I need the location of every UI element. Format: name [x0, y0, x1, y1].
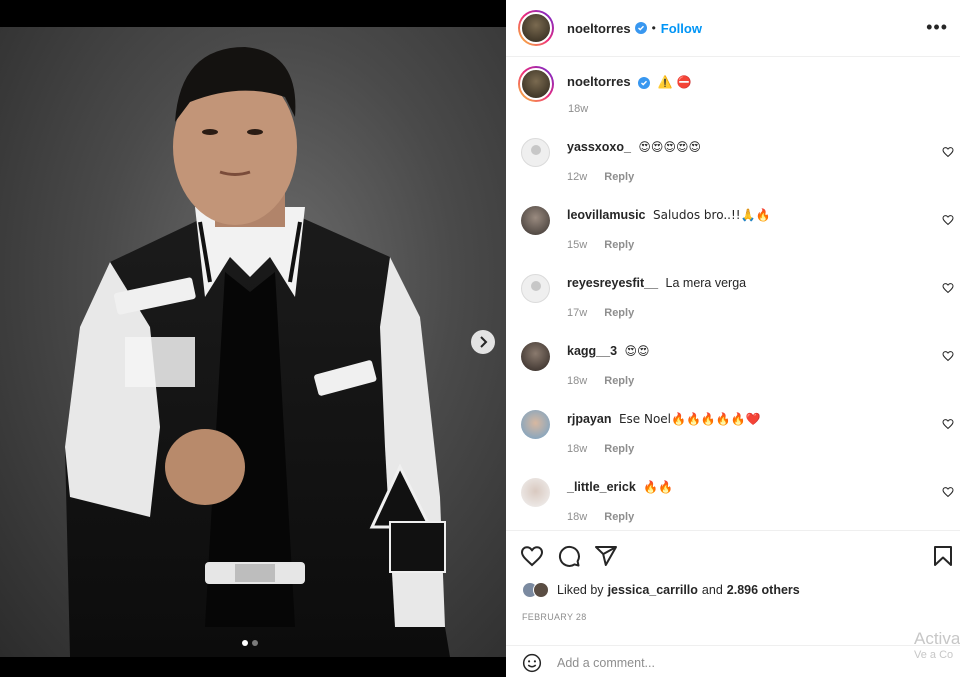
like-comment-heart-icon[interactable]	[942, 214, 954, 226]
save-bookmark-icon[interactable]	[931, 544, 955, 568]
caption-text: ⚠️ ⛔	[657, 75, 692, 89]
post-photo	[0, 27, 506, 657]
comment-time: 18w	[567, 443, 588, 455]
photo-top-bar	[0, 0, 506, 27]
watermark-line2: Ve a Co	[914, 649, 954, 661]
comment-text: Ese Noel🔥🔥🔥🔥🔥❤️	[618, 412, 761, 426]
author-username[interactable]: noeltorres	[567, 21, 631, 36]
comment-time: 18w	[567, 375, 588, 387]
comment-item: rjpayan Ese Noel🔥🔥🔥🔥🔥❤️ 18w Reply	[506, 400, 960, 468]
post-header: noeltorres • Follow •••	[506, 0, 960, 57]
comment-line: reyesreyesfit__ La mera verga	[567, 276, 746, 290]
instagram-post-modal: noeltorres • Follow ••• noeltorres ⚠️ ⛔ …	[0, 0, 960, 677]
verified-badge-icon	[634, 22, 647, 34]
author-avatar[interactable]	[518, 10, 554, 46]
comment-avatar[interactable]	[521, 274, 550, 303]
comment-item: yassxoxo_ 😍😍😍😍😍 12w Reply	[506, 128, 960, 196]
share-paper-plane-icon[interactable]	[594, 544, 618, 568]
more-options-icon[interactable]: •••	[926, 17, 948, 38]
comment-avatar[interactable]	[521, 410, 550, 439]
likes-summary: Liked by jessica_carrillo and 2.896 othe…	[522, 582, 800, 598]
comment-item: leovillamusic Saludos bro..!!🙏🔥 15w Repl…	[506, 196, 960, 264]
comment-text: Saludos bro..!!🙏🔥	[653, 208, 771, 222]
comment-time: 15w	[567, 239, 588, 251]
comment-time: 17w	[567, 307, 588, 319]
follow-button[interactable]: Follow	[661, 21, 702, 36]
comment-meta: 18w Reply	[567, 443, 634, 455]
post-photo-pane	[0, 0, 506, 677]
like-comment-heart-icon[interactable]	[942, 282, 954, 294]
watermark-line1: Activa	[914, 629, 960, 648]
comment-username[interactable]: leovillamusic	[567, 208, 646, 222]
caption-line: noeltorres ⚠️ ⛔	[567, 74, 692, 102]
like-comment-heart-icon[interactable]	[942, 146, 954, 158]
comment-text: La mera verga	[665, 276, 747, 290]
comment-meta: 18w Reply	[567, 511, 634, 523]
comment-time: 18w	[567, 511, 588, 523]
like-comment-heart-icon[interactable]	[942, 486, 954, 498]
header-separator: •	[651, 21, 656, 35]
activate-windows-watermark: Activa Ve a Co	[914, 630, 960, 664]
comment-item: _little_erick 🔥🔥 18w Reply	[506, 468, 960, 536]
comment-meta: 17w Reply	[567, 307, 634, 319]
comment-avatar[interactable]	[521, 478, 550, 507]
add-comment-bar	[506, 645, 960, 677]
like-heart-icon[interactable]	[520, 544, 544, 568]
verified-badge-icon	[638, 77, 651, 89]
comment-line: kagg__3 😍😍	[567, 344, 650, 358]
comment-text: 😍😍😍😍😍	[638, 140, 701, 154]
caption: noeltorres ⚠️ ⛔	[518, 66, 692, 102]
likes-user[interactable]: jessica_carrillo	[608, 583, 698, 597]
comment-username[interactable]: rjpayan	[567, 412, 611, 426]
comment-avatar[interactable]	[521, 138, 550, 167]
comment-time: 12w	[567, 171, 588, 183]
like-comment-heart-icon[interactable]	[942, 350, 954, 362]
reply-button[interactable]: Reply	[604, 307, 634, 319]
likes-prefix: Liked by	[557, 583, 604, 597]
caption-avatar[interactable]	[518, 66, 554, 102]
comment-text: 🔥🔥	[643, 480, 674, 494]
comment-username[interactable]: _little_erick	[567, 480, 636, 494]
caption-time: 18w	[568, 103, 589, 115]
comment-meta: 18w Reply	[567, 375, 634, 387]
comment-username[interactable]: kagg__3	[567, 344, 617, 358]
post-date: FEBRUARY 28	[522, 612, 587, 622]
comment-line: yassxoxo_ 😍😍😍😍😍	[567, 140, 701, 154]
comment-username[interactable]: yassxoxo_	[567, 140, 631, 154]
reply-button[interactable]: Reply	[604, 511, 634, 523]
next-photo-button[interactable]	[471, 330, 495, 354]
likes-others[interactable]: 2.896 others	[727, 583, 800, 597]
photo-bottom-bar	[0, 657, 506, 677]
reply-button[interactable]: Reply	[604, 171, 634, 183]
comment-username[interactable]: reyesreyesfit__	[567, 276, 658, 290]
reply-button[interactable]: Reply	[604, 443, 634, 455]
add-comment-input[interactable]	[557, 652, 857, 674]
caption-username[interactable]: noeltorres	[567, 74, 631, 89]
emoji-smiley-icon[interactable]	[522, 653, 542, 673]
liker-avatar	[533, 582, 549, 598]
like-comment-heart-icon[interactable]	[942, 418, 954, 430]
comment-item: kagg__3 😍😍 18w Reply	[506, 332, 960, 400]
comment-meta: 12w Reply	[567, 171, 634, 183]
chevron-right-icon	[480, 336, 488, 348]
likes-joiner: and	[701, 583, 723, 597]
carousel-dot-active	[242, 640, 248, 646]
comment-avatar[interactable]	[521, 342, 550, 371]
post-actions	[506, 530, 960, 580]
man-in-varsity-jacket-photo	[65, 47, 450, 657]
carousel-dots	[242, 640, 258, 646]
comment-line: _little_erick 🔥🔥	[567, 480, 673, 494]
carousel-dot	[252, 640, 258, 646]
comment-bubble-icon[interactable]	[557, 544, 581, 568]
comment-meta: 15w Reply	[567, 239, 634, 251]
comment-text: 😍😍	[624, 344, 650, 358]
reply-button[interactable]: Reply	[604, 375, 634, 387]
reply-button[interactable]: Reply	[604, 239, 634, 251]
comment-line: leovillamusic Saludos bro..!!🙏🔥	[567, 208, 771, 222]
comment-avatar[interactable]	[521, 206, 550, 235]
comment-item: reyesreyesfit__ La mera verga 17w Reply	[506, 264, 960, 332]
post-side-panel: noeltorres • Follow ••• noeltorres ⚠️ ⛔ …	[506, 0, 960, 677]
comment-line: rjpayan Ese Noel🔥🔥🔥🔥🔥❤️	[567, 412, 761, 426]
